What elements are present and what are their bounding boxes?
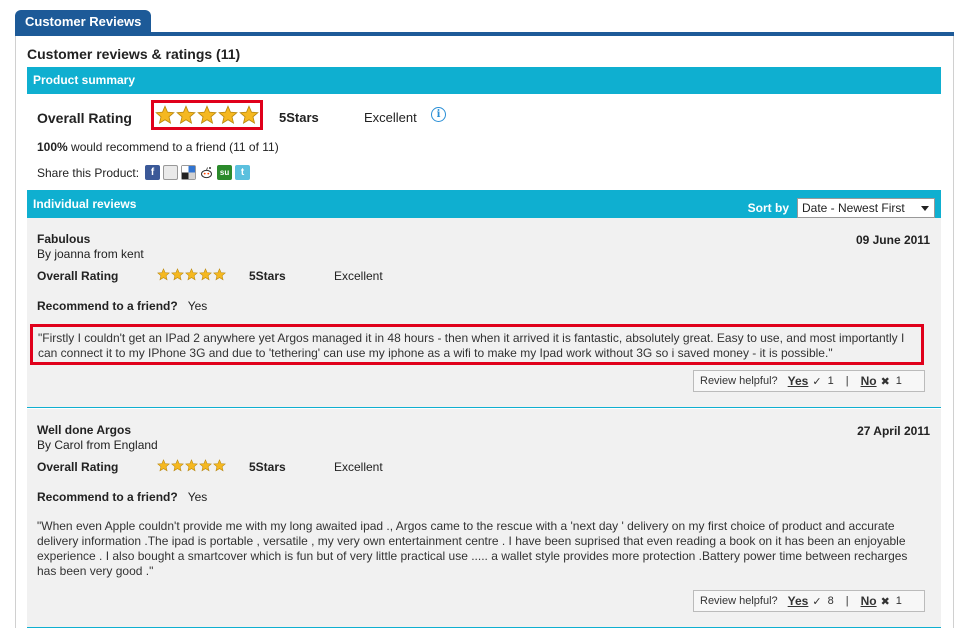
customer-reviews-tab[interactable]: Customer Reviews <box>15 10 152 33</box>
stumbleupon-icon[interactable]: su <box>217 165 233 180</box>
review-date: 09 June 2011 <box>855 233 930 247</box>
review-text: "Firstly I couldn't get an IPad 2 anywhe… <box>30 324 924 365</box>
page-title: Customer reviews & ratings (11) <box>27 46 241 62</box>
review-rating-word: Excellent <box>334 269 383 283</box>
review-author: By joanna from kent <box>37 247 144 261</box>
star-icon <box>157 459 170 472</box>
share-label: Share this Product: <box>37 165 140 180</box>
overall-rating-label: Overall Rating <box>37 110 132 126</box>
helpful-yes-link[interactable]: Yes <box>788 594 809 608</box>
individual-reviews-bar: Individual reviews Sort by Date - Newest… <box>27 190 941 218</box>
helpful-no-link[interactable]: No <box>861 594 877 608</box>
review-recommend-value: Yes <box>187 299 208 313</box>
review-rating-word: Excellent <box>334 460 383 474</box>
star-icon <box>197 105 217 125</box>
review-overall-label: Overall Rating <box>37 460 119 474</box>
helpful-yes-count: 1 <box>827 375 834 387</box>
check-icon: ✓ <box>812 595 822 608</box>
recommend-summary-text: would recommend to a friend (11 of 11) <box>67 140 279 154</box>
star-icon <box>171 459 184 472</box>
star-icon <box>218 105 238 125</box>
star-icon <box>213 268 226 281</box>
star-icon <box>157 268 170 281</box>
review-helpful-box: Review helpful? Yes ✓ 8 | No ✖ 1 <box>693 590 925 612</box>
review-title: Well done Argos <box>37 423 132 437</box>
star-icon <box>239 105 259 125</box>
check-icon: ✓ <box>812 375 822 388</box>
star-icon <box>171 268 184 281</box>
product-summary-bar: Product summary <box>27 67 941 94</box>
recommend-percent: 100% <box>37 140 68 154</box>
star-icon <box>213 459 226 472</box>
delicious-icon[interactable] <box>181 165 197 180</box>
review-helpful-label: Review helpful? <box>700 595 778 607</box>
x-icon: ✖ <box>880 595 890 608</box>
review-overall-label: Overall Rating <box>37 269 119 283</box>
review-stars-text: 5Stars <box>249 460 286 474</box>
facebook-icon[interactable]: f <box>145 165 161 180</box>
star-icon <box>185 459 198 472</box>
star-icon <box>176 105 196 125</box>
review-rating-stars <box>157 459 226 472</box>
review-recommend-label: Recommend to a friend? <box>37 490 178 504</box>
star-icon <box>199 268 212 281</box>
star-icon <box>185 268 198 281</box>
chevron-down-icon <box>921 206 929 211</box>
star-icon <box>199 459 212 472</box>
myspace-icon[interactable] <box>163 165 179 180</box>
sort-select[interactable]: Date - Newest First <box>797 198 935 218</box>
review-helpful-label: Review helpful? <box>700 375 778 387</box>
review-title: Fabulous <box>37 232 91 246</box>
helpful-no-count: 1 <box>895 375 902 387</box>
reddit-icon[interactable] <box>199 165 215 180</box>
review-item: Well done Argos By Carol from England 27… <box>27 409 941 628</box>
review-recommend: Recommend to a friend? Yes <box>37 490 207 504</box>
share-row: Share this Product: f su t <box>37 165 251 180</box>
individual-reviews-label: Individual reviews <box>33 197 137 211</box>
review-stars-text: 5Stars <box>249 269 286 283</box>
overall-rating-stars <box>151 100 263 130</box>
review-helpful-box: Review helpful? Yes ✓ 1 | No ✖ 1 <box>693 370 925 392</box>
divider: | <box>845 595 849 607</box>
review-text: "When even Apple couldn't provide me wit… <box>37 519 908 578</box>
overall-rating-word: Excellent <box>364 110 417 125</box>
review-author: By Carol from England <box>37 438 158 452</box>
helpful-no-count: 1 <box>895 595 902 607</box>
review-recommend-value: Yes <box>187 490 208 504</box>
review-recommend-label: Recommend to a friend? <box>37 299 178 313</box>
helpful-yes-count: 8 <box>827 595 834 607</box>
divider: | <box>845 375 849 387</box>
review-date: 27 April 2011 <box>857 424 930 438</box>
review-rating-stars <box>157 268 226 281</box>
review-item: Fabulous By joanna from kent 09 June 201… <box>27 218 941 408</box>
sort-selected-value: Date - Newest First <box>802 201 905 215</box>
twitter-icon[interactable]: t <box>235 165 251 180</box>
product-summary-label: Product summary <box>33 73 136 87</box>
review-recommend: Recommend to a friend? Yes <box>37 299 207 313</box>
recommend-summary: 100% would recommend to a friend (11 of … <box>37 140 279 154</box>
helpful-no-link[interactable]: No <box>861 374 877 388</box>
star-icon <box>155 105 175 125</box>
x-icon: ✖ <box>880 375 890 388</box>
overall-stars-text: 5Stars <box>279 110 319 125</box>
info-icon[interactable]: i <box>431 107 446 122</box>
helpful-yes-link[interactable]: Yes <box>788 374 809 388</box>
summary-rating-row: Overall Rating 5Stars Excellent i <box>27 100 941 132</box>
